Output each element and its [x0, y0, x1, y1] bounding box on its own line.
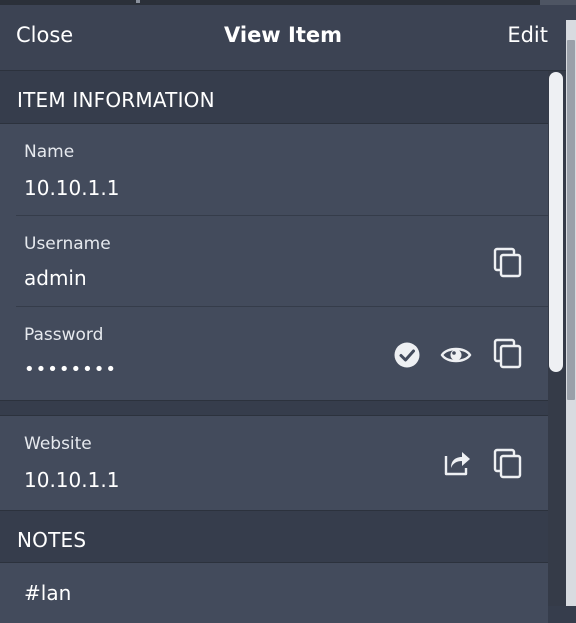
field-label-name: Name [24, 142, 75, 162]
field-row-password: Password •••••••• [0, 307, 548, 400]
notes-text[interactable]: #lan [24, 581, 71, 605]
share-icon [444, 452, 470, 476]
item-details-panel: ITEM INFORMATION Name 10.10.1.1 Username… [0, 71, 548, 623]
launch-website-button[interactable] [440, 446, 474, 480]
view-item-header: Close View Item Edit [0, 5, 576, 71]
copy-website-button[interactable] [491, 447, 525, 481]
check-password-button[interactable] [390, 338, 424, 372]
field-value-name[interactable]: 10.10.1.1 [24, 176, 119, 200]
window-scrollbar-thumb[interactable] [567, 40, 575, 400]
field-label-website: Website [24, 434, 92, 454]
notes-row: #lan [0, 563, 548, 623]
top-strip-marker [136, 0, 140, 3]
field-label-username: Username [24, 234, 111, 254]
check-circle-icon [394, 342, 420, 368]
edit-button[interactable]: Edit [507, 23, 548, 47]
section-header-item-information: ITEM INFORMATION [0, 71, 548, 124]
field-label-password: Password [24, 325, 104, 345]
section-header-notes: NOTES [0, 510, 548, 563]
page-title: View Item [223, 23, 342, 47]
field-value-password[interactable]: •••••••• [24, 359, 117, 380]
copy-username-button[interactable] [491, 246, 525, 280]
copy-password-button[interactable] [491, 337, 525, 371]
field-value-website[interactable]: 10.10.1.1 [24, 468, 119, 492]
field-row-name: Name 10.10.1.1 [0, 124, 548, 216]
section-title-item-information: ITEM INFORMATION [17, 88, 215, 112]
toggle-password-visibility-button[interactable] [439, 338, 473, 372]
copy-icon [493, 247, 522, 278]
eye-icon [440, 347, 472, 363]
panel-scrollbar-thumb[interactable] [549, 72, 563, 372]
field-row-username: Username admin [0, 216, 548, 307]
copy-icon [493, 338, 522, 369]
section-title-notes: NOTES [17, 528, 87, 552]
copy-icon [493, 448, 522, 479]
field-row-website: Website 10.10.1.1 [0, 416, 548, 510]
section-spacer [0, 400, 548, 416]
field-value-username[interactable]: admin [24, 266, 87, 290]
